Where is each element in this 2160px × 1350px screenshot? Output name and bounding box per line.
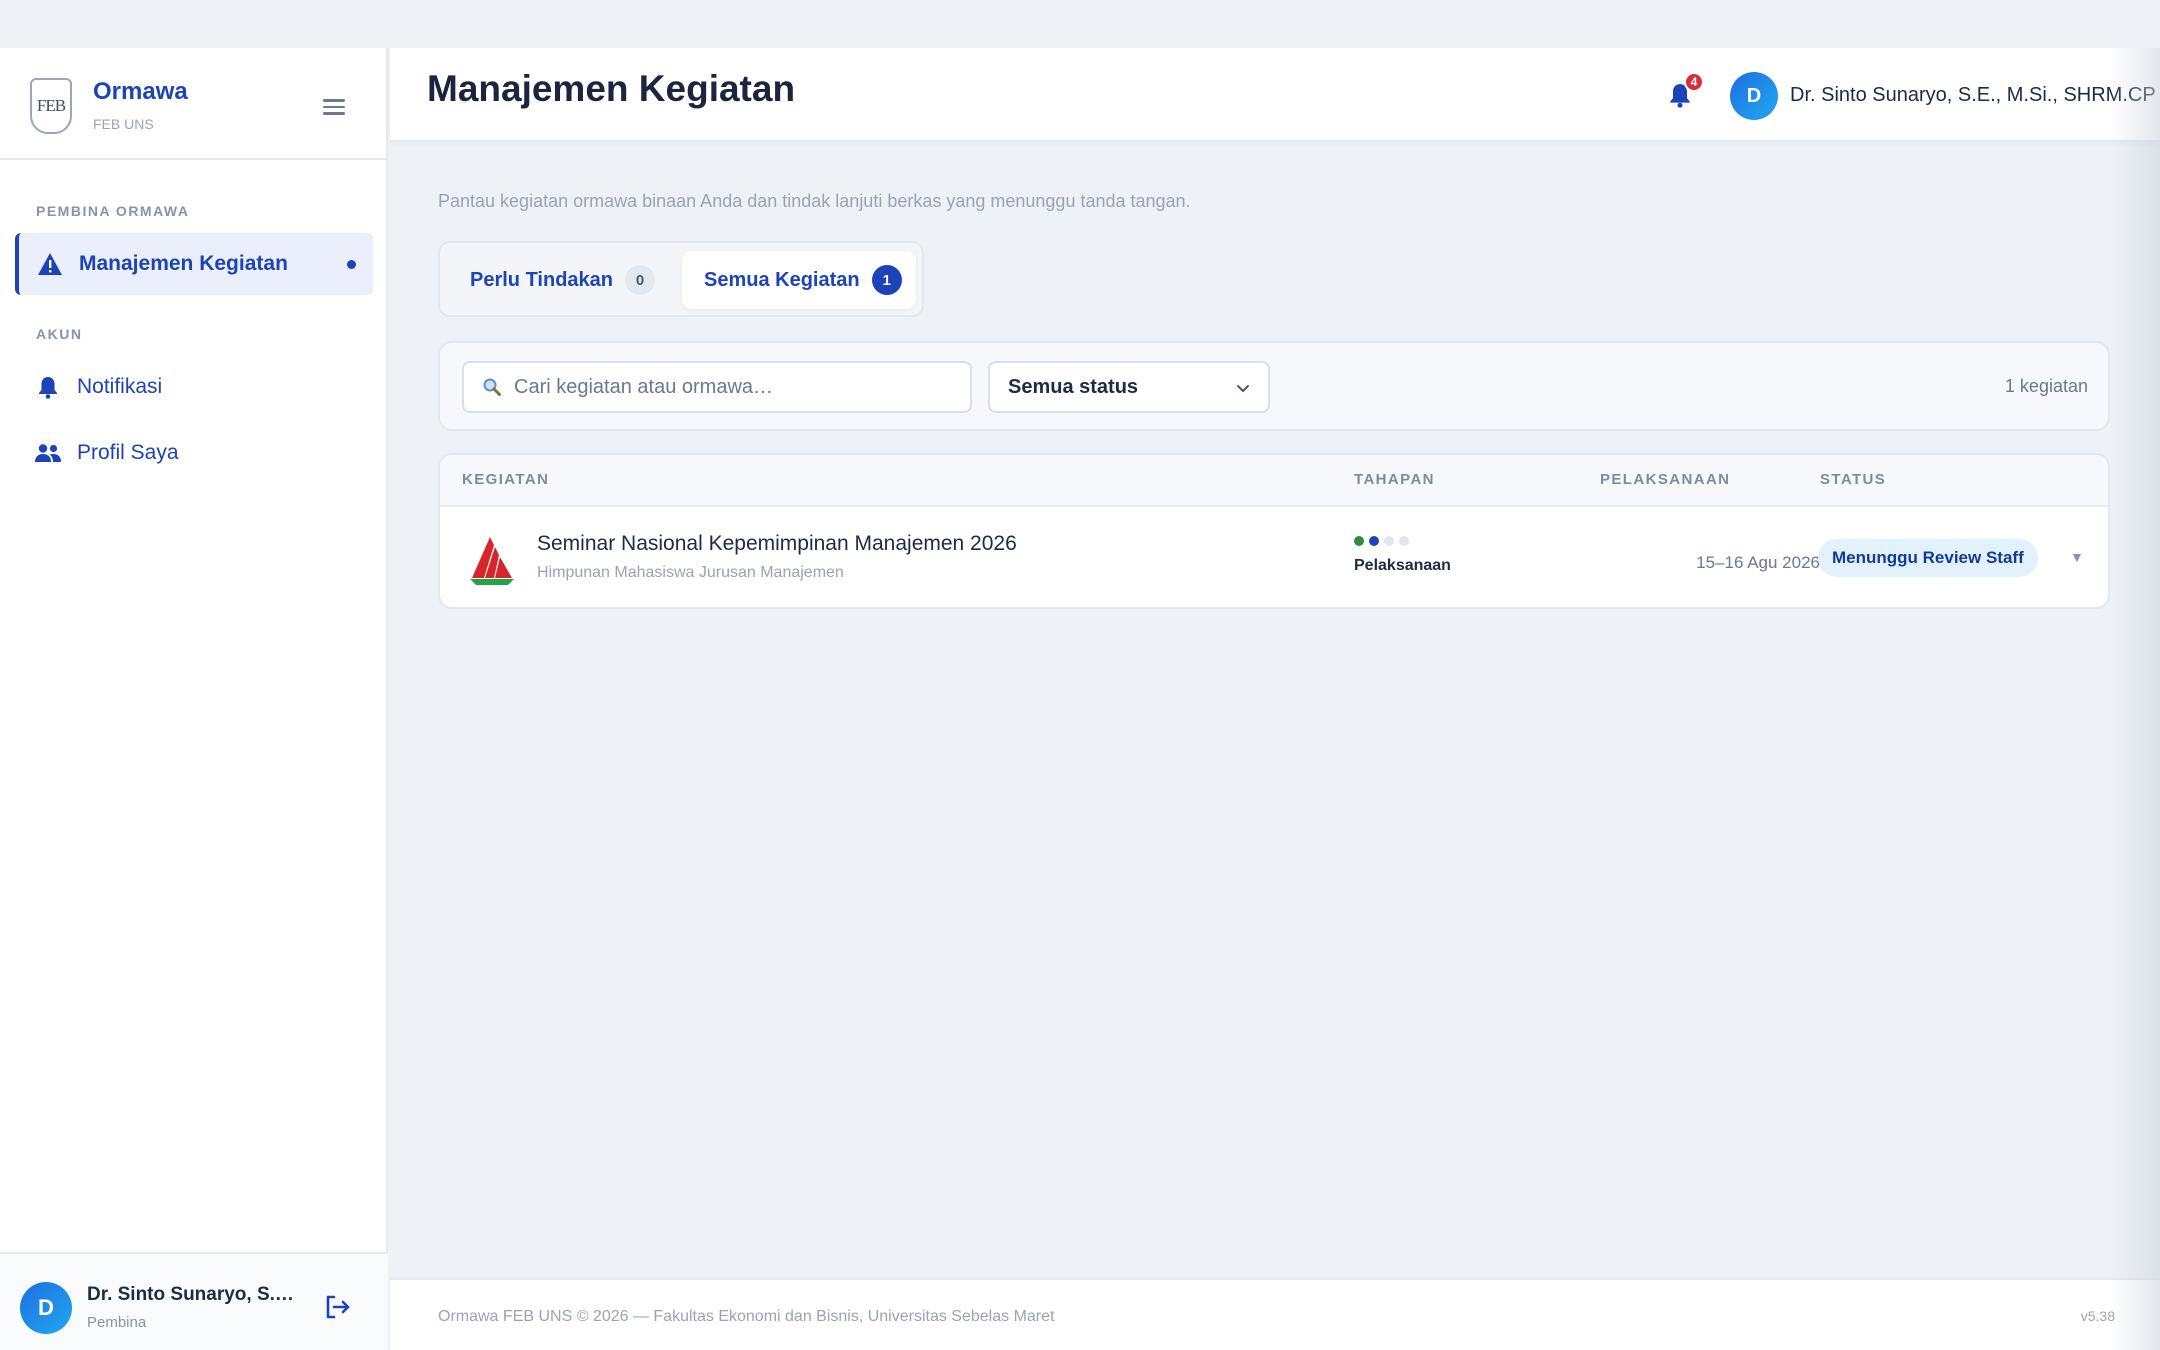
stage-dot xyxy=(1399,536,1409,546)
status-filter-select[interactable]: Semua status xyxy=(988,361,1270,413)
brand-header: FEB Ormawa FEB UNS xyxy=(0,48,388,160)
organization-logo xyxy=(468,531,516,587)
sidebar-user-panel: D Dr. Sinto Sunaryo, S.E.,... Pembina xyxy=(0,1252,388,1350)
section-label-akun: AKUN xyxy=(36,326,83,342)
sidebar-user-name: Dr. Sinto Sunaryo, S.E.,... xyxy=(87,1284,297,1305)
app-version: v5.38 xyxy=(2080,1308,2115,1324)
tab-label: Semua Kegiatan xyxy=(704,268,860,291)
stage-dot xyxy=(1369,536,1379,546)
warning-triangle-icon xyxy=(35,249,65,279)
feb-logo: FEB xyxy=(30,78,72,134)
people-icon xyxy=(33,438,63,468)
table-row[interactable]: Seminar Nasional Kepemimpinan Manajemen … xyxy=(440,509,2108,607)
sidebar-item-profil-saya[interactable]: Profil Saya xyxy=(15,422,373,484)
result-count: 1 kegiatan xyxy=(2004,376,2088,396)
logout-icon[interactable] xyxy=(322,1292,352,1322)
sidebar-item-label: Manajemen Kegiatan xyxy=(79,252,288,275)
activity-date: 15–16 Agu 2026 xyxy=(1696,553,1820,572)
browser-top-strip xyxy=(0,0,2160,48)
bell-icon xyxy=(33,372,63,402)
filter-bar: Semua status 1 kegiatan xyxy=(438,341,2110,431)
page-title: Manajemen Kegiatan xyxy=(427,68,796,109)
tab-label: Perlu Tindakan xyxy=(470,268,614,291)
page-footer: Ormawa FEB UNS © 2026 — Fakultas Ekonomi… xyxy=(390,1278,2160,1350)
stage-progress-dots xyxy=(1354,536,1409,546)
tab-semua-kegiatan[interactable]: Semua Kegiatan 1 xyxy=(682,251,916,309)
column-header-tahapan: TAHAPAN xyxy=(1354,471,1435,488)
brand-subtitle: FEB UNS xyxy=(93,116,154,132)
footer-copyright: Ormawa FEB UNS © 2026 — Fakultas Ekonomi… xyxy=(438,1308,1055,1325)
sidebar-item-label: Notifikasi xyxy=(77,375,163,398)
top-header: Manajemen Kegiatan 4 D Dr. Sinto Sunaryo… xyxy=(390,48,2160,142)
sidebar: FEB Ormawa FEB UNS PEMBINA ORMAWA Manaje… xyxy=(0,48,388,1350)
activity-organization: Himpunan Mahasiswa Jurusan Manajemen xyxy=(537,564,844,581)
tab-perlu-tindakan[interactable]: Perlu Tindakan 0 xyxy=(448,251,678,309)
column-header-status: STATUS xyxy=(1820,471,1887,488)
status-filter-value: Semua status xyxy=(1008,375,1139,398)
expand-row-icon[interactable]: ▼ xyxy=(2070,549,2084,565)
stage-dot xyxy=(1384,536,1394,546)
avatar[interactable]: D xyxy=(1730,72,1778,120)
header-user-name[interactable]: Dr. Sinto Sunaryo, S.E., M.Si., SHRM.CP xyxy=(1790,84,2156,107)
sidebar-item-label: Profil Saya xyxy=(77,441,179,464)
search-box xyxy=(462,361,972,413)
page-subtitle: Pantau kegiatan ormawa binaan Anda dan t… xyxy=(438,191,1191,211)
section-label-pembina: PEMBINA ORMAWA xyxy=(36,203,190,219)
table-header: KEGIATAN TAHAPAN PELAKSANAAN STATUS xyxy=(440,455,2108,507)
stage-dot xyxy=(1354,536,1364,546)
avatar[interactable]: D xyxy=(20,1282,72,1334)
chevron-down-icon xyxy=(1234,379,1252,397)
status-badge: Menunggu Review Staff xyxy=(1818,539,2038,577)
tab-group: Perlu Tindakan 0 Semua Kegiatan 1 xyxy=(438,241,924,317)
notification-count-badge: 4 xyxy=(1684,72,1704,92)
edge-shadow xyxy=(2110,48,2160,1350)
search-icon xyxy=(482,377,504,399)
sidebar-user-role: Pembina xyxy=(87,1314,147,1331)
activities-table: KEGIATAN TAHAPAN PELAKSANAAN STATUS Semi… xyxy=(438,453,2110,609)
sidebar-item-manajemen-kegiatan[interactable]: Manajemen Kegiatan xyxy=(15,233,373,295)
tab-count-badge: 1 xyxy=(871,265,902,295)
search-input[interactable] xyxy=(514,369,954,405)
brand-name: Ormawa xyxy=(93,78,188,105)
tab-count-badge: 0 xyxy=(625,265,656,295)
column-header-kegiatan: KEGIATAN xyxy=(462,471,550,488)
stage-name: Pelaksanaan xyxy=(1354,557,1451,574)
hamburger-menu-icon[interactable] xyxy=(320,96,348,120)
column-header-pelaksanaan: PELAKSANAAN xyxy=(1600,471,1731,488)
sidebar-item-notifikasi[interactable]: Notifikasi xyxy=(15,356,373,418)
activity-title: Seminar Nasional Kepemimpinan Manajemen … xyxy=(537,532,1017,555)
active-indicator-dot xyxy=(347,260,356,269)
